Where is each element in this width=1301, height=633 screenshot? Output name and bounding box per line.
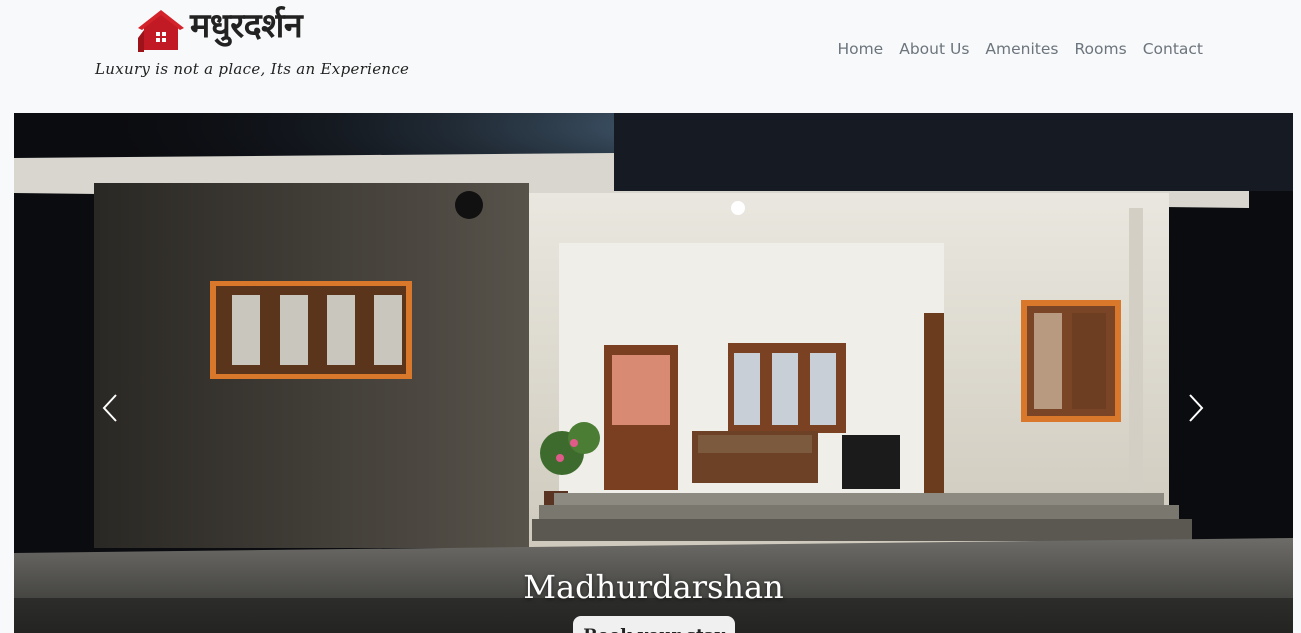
navbar: मधुरदर्शन Luxury is not a place, Its an …	[0, 0, 1301, 113]
hero-carousel: Madhurdarshan Book your stay	[14, 113, 1293, 633]
brand-tagline: Luxury is not a place, Its an Experience	[95, 60, 410, 78]
carousel-prev-button[interactable]	[80, 373, 140, 443]
nav-about-us[interactable]: About Us	[891, 38, 977, 60]
chevron-right-icon	[1189, 394, 1204, 422]
nav-contact[interactable]: Contact	[1135, 38, 1211, 60]
hero-image	[14, 113, 1293, 633]
main-nav: Home About Us Amenites Rooms Contact	[829, 38, 1211, 60]
brand-name: मधुरदर्शन	[190, 6, 303, 46]
carousel-next-button[interactable]	[1166, 373, 1226, 443]
nav-rooms[interactable]: Rooms	[1066, 38, 1134, 60]
brand-logo[interactable]: मधुरदर्शन Luxury is not a place, Its an …	[92, 2, 409, 92]
nav-amenities[interactable]: Amenites	[977, 38, 1066, 60]
chevron-left-icon	[102, 394, 117, 422]
house-icon	[138, 10, 184, 52]
hero-caption-title: Madhurdarshan	[523, 568, 784, 606]
book-your-stay-button[interactable]: Book your stay	[573, 616, 735, 633]
nav-home[interactable]: Home	[829, 38, 891, 60]
